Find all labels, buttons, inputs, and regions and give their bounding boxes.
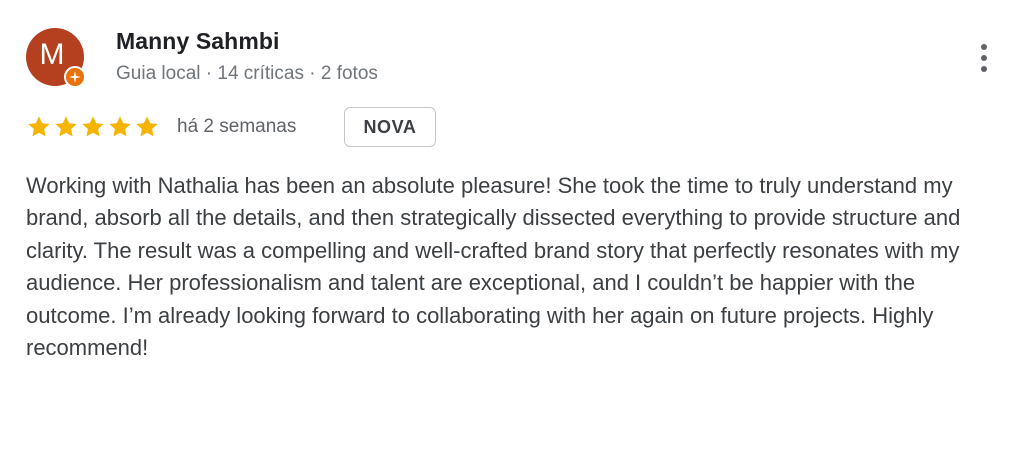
- star-icon: [136, 116, 158, 137]
- reviewer-meta: Guia local · 14 críticas · 2 fotos: [116, 63, 378, 84]
- star-icon: [28, 116, 50, 137]
- reviewer-name[interactable]: Manny Sahmbi: [116, 28, 280, 55]
- new-badge: NOVA: [344, 107, 436, 147]
- star-icon: [82, 116, 104, 137]
- more-vertical-icon: [981, 44, 987, 50]
- more-vertical-icon-dot: [981, 55, 987, 61]
- review-text: Working with Nathalia has been an absolu…: [26, 173, 961, 361]
- review-card: M Manny Sahmbi Guia local · 14 críticas …: [0, 0, 1016, 458]
- avatar-initial: M: [39, 38, 65, 71]
- more-options-button[interactable]: [968, 36, 1000, 80]
- more-vertical-icon-dot: [981, 66, 987, 72]
- star-icon: [109, 116, 131, 137]
- local-guide-star-glyph: [69, 71, 81, 83]
- star-icon: [55, 116, 77, 137]
- star-rating: [26, 114, 160, 140]
- local-guide-star-icon: [64, 66, 86, 88]
- review-time: há 2 semanas: [177, 116, 297, 137]
